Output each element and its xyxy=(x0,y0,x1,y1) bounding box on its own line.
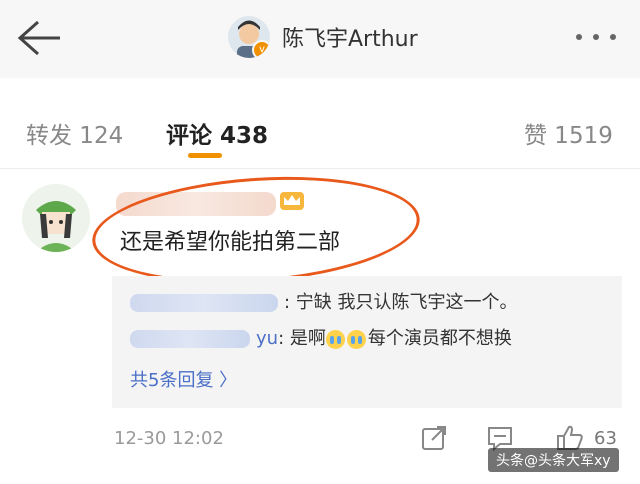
page-title: 陈飞宇Arthur xyxy=(282,27,418,52)
reply-user-blurred[interactable] xyxy=(130,294,278,312)
tab-bar: 转发 124 评论 438 赞 1519 xyxy=(0,78,640,168)
reply-user-blurred[interactable] xyxy=(130,330,250,348)
reply-text-end: 每个演员都不想换 xyxy=(367,328,512,349)
tab-likes[interactable]: 赞 1519 xyxy=(524,116,613,150)
reply-text-start: : 是啊 xyxy=(278,328,326,349)
back-arrow-icon[interactable] xyxy=(16,18,62,58)
dot xyxy=(576,34,582,40)
watermark: 头条@头条大军xy xyxy=(488,448,619,472)
commenter-avatar[interactable] xyxy=(22,184,90,252)
more-replies-link[interactable]: 共5条回复 〉 xyxy=(130,366,237,392)
dot xyxy=(610,34,616,40)
divider xyxy=(0,168,640,169)
reply-1[interactable]: : 宁缺 我只认陈飞宇这一个。 xyxy=(130,288,518,314)
avatar[interactable]: v xyxy=(228,16,270,58)
replies-box[interactable]: : 宁缺 我只认陈飞宇这一个。 yu: 是啊 每个演员都不想换 共5条回复 〉 xyxy=(112,276,622,408)
crying-emoji-icon xyxy=(325,329,345,349)
highlight-circle-annotation xyxy=(88,166,424,294)
dot xyxy=(593,34,599,40)
more-dots-icon[interactable] xyxy=(576,30,616,44)
avatar-image xyxy=(22,184,90,252)
comment-timestamp: 12-30 12:02 xyxy=(114,428,224,449)
active-tab-indicator xyxy=(188,153,222,158)
profile-header[interactable]: v 陈飞宇Arthur xyxy=(228,14,418,60)
like-count: 63 xyxy=(594,428,617,449)
reply-user-suffix[interactable]: yu xyxy=(256,328,278,349)
verified-badge: v xyxy=(252,40,270,58)
crying-emoji-icon xyxy=(346,329,366,349)
tab-comments[interactable]: 评论 438 xyxy=(166,116,268,150)
reply-text: : 宁缺 我只认陈飞宇这一个。 xyxy=(284,292,518,313)
share-icon[interactable] xyxy=(420,424,448,452)
tab-reposts[interactable]: 转发 124 xyxy=(26,116,123,150)
top-bar: v 陈飞宇Arthur xyxy=(0,0,640,78)
reply-2[interactable]: yu: 是啊 每个演员都不想换 xyxy=(130,324,512,350)
